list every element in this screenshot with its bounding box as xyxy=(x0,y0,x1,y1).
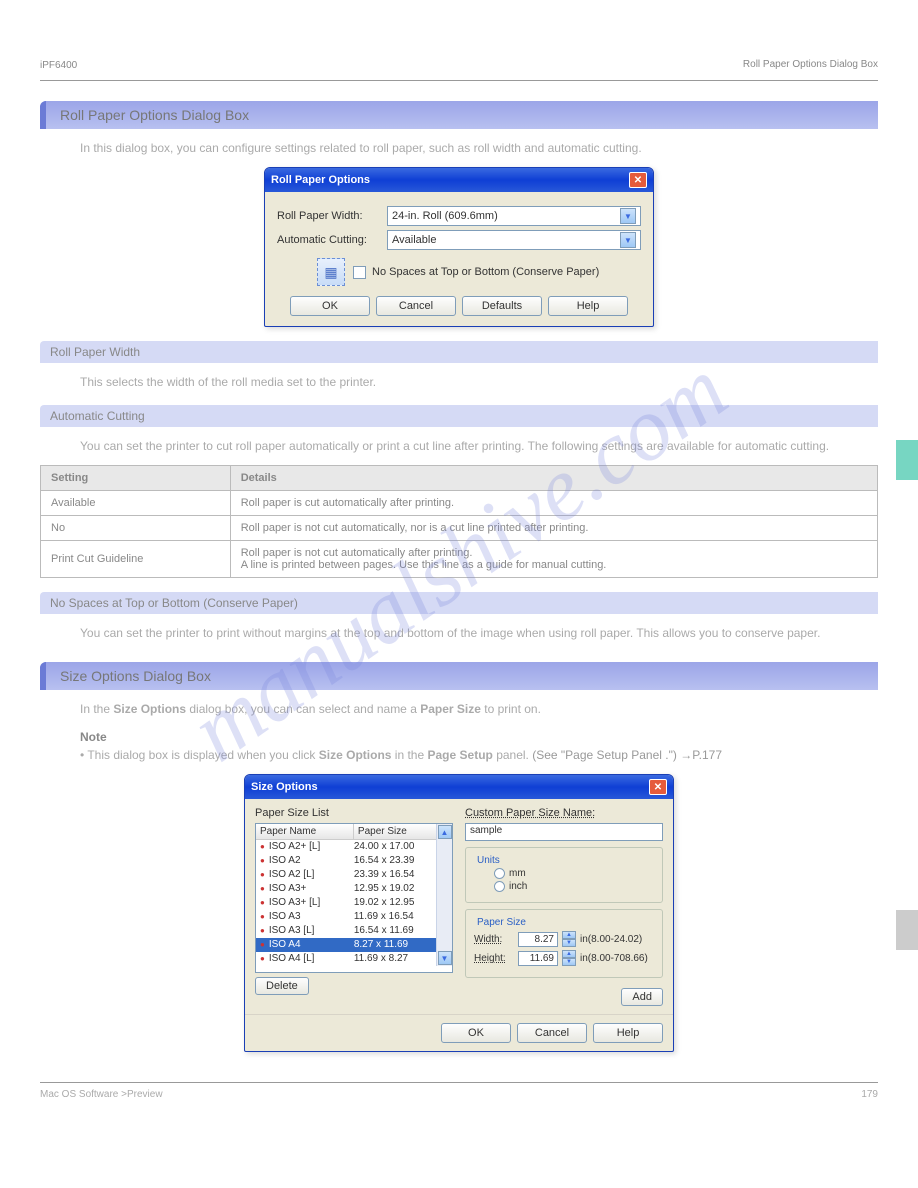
section1-intro: In this dialog box, you can configure se… xyxy=(80,139,878,157)
list-item[interactable]: ●ISO A2+ [L]24.00 x 17.00 xyxy=(256,840,436,854)
table-row: Print Cut GuidelineRoll paper is not cut… xyxy=(41,541,878,578)
sub1-text: This selects the width of the roll media… xyxy=(80,373,878,391)
list-col-size: Paper Size xyxy=(354,824,436,839)
section-heading-size-options: Size Options Dialog Box xyxy=(40,662,878,690)
units-fieldset: Units mm inch xyxy=(465,847,663,903)
spin-up-icon[interactable]: ▲ xyxy=(562,950,576,958)
section2-intro: In the Size Options dialog box, you can … xyxy=(80,700,878,718)
defaults-button[interactable]: Defaults xyxy=(462,296,542,316)
list-col-name: Paper Name xyxy=(256,824,354,839)
spin-up-icon[interactable]: ▲ xyxy=(562,931,576,939)
list-item[interactable]: ●ISO A311.69 x 16.54 xyxy=(256,910,436,924)
conserve-paper-checkbox[interactable] xyxy=(353,266,366,279)
close-icon[interactable]: ✕ xyxy=(649,779,667,795)
subheading-roll-paper-width: Roll Paper Width xyxy=(40,341,878,363)
list-item[interactable]: ●ISO A48.27 x 11.69 xyxy=(256,938,436,952)
scroll-up-icon[interactable]: ▲ xyxy=(438,825,452,839)
section-heading-roll-paper: Roll Paper Options Dialog Box xyxy=(40,101,878,129)
note-row: Note • This dialog box is displayed when… xyxy=(80,728,878,764)
paper-icon: ▦ xyxy=(317,258,345,286)
width-input[interactable]: 8.27 xyxy=(518,932,558,947)
cutting-settings-table: Setting Details AvailableRoll paper is c… xyxy=(40,465,878,578)
width-label: Width: xyxy=(474,934,514,945)
table-head-details: Details xyxy=(230,466,877,491)
help-button[interactable]: Help xyxy=(548,296,628,316)
roll-paper-width-label: Roll Paper Width: xyxy=(277,210,387,222)
cancel-button[interactable]: Cancel xyxy=(517,1023,587,1043)
paper-size-listbox[interactable]: Paper Name Paper Size ●ISO A2+ [L]24.00 … xyxy=(255,823,453,973)
custom-name-label: Custom Paper Size Name: xyxy=(465,807,663,819)
width-range: in(8.00-24.02) xyxy=(580,934,642,945)
page: manualshive.com iPF6400 Roll Paper Optio… xyxy=(0,0,918,1120)
height-input[interactable]: 11.69 xyxy=(518,951,558,966)
side-tab-preview xyxy=(896,440,918,480)
section-heading-text: Roll Paper Options Dialog Box xyxy=(60,107,249,123)
table-head-setting: Setting xyxy=(41,466,231,491)
paper-size-fieldset: Paper Size Width: 8.27 ▲▼ in(8.00-24.02)… xyxy=(465,909,663,978)
table-row: AvailableRoll paper is cut automatically… xyxy=(41,491,878,516)
combo-value: Available xyxy=(392,234,436,246)
height-label: Height: xyxy=(474,953,514,964)
page-setup-link[interactable]: (See "Page Setup Panel .") xyxy=(532,748,677,762)
add-button[interactable]: Add xyxy=(621,988,663,1006)
paper-size-list-label: Paper Size List xyxy=(255,807,453,819)
dialog-title: Size Options xyxy=(251,781,318,793)
footer: Mac OS Software >Preview 179 xyxy=(40,1082,878,1100)
chevron-down-icon[interactable]: ▼ xyxy=(620,232,636,248)
delete-button[interactable]: Delete xyxy=(255,977,309,995)
chevron-down-icon[interactable]: ▼ xyxy=(620,208,636,224)
section-heading-text: Size Options Dialog Box xyxy=(60,668,211,684)
list-item[interactable]: ●ISO A2 [L]23.39 x 16.54 xyxy=(256,868,436,882)
inch-radio[interactable] xyxy=(494,881,505,892)
height-range: in(8.00-708.66) xyxy=(580,953,648,964)
list-item[interactable]: ●ISO A3 [L]16.54 x 11.69 xyxy=(256,924,436,938)
sub3-text: You can set the printer to print without… xyxy=(80,624,878,642)
roll-paper-width-combo[interactable]: 24-in. Roll (609.6mm) ▼ xyxy=(387,206,641,226)
subheading-no-spaces: No Spaces at Top or Bottom (Conserve Pap… xyxy=(40,592,878,614)
spin-down-icon[interactable]: ▼ xyxy=(562,939,576,947)
dialog-titlebar: Roll Paper Options ✕ xyxy=(265,168,653,192)
sub2-text: You can set the printer to cut roll pape… xyxy=(80,437,878,455)
close-icon[interactable]: ✕ xyxy=(629,172,647,188)
subheading-automatic-cutting: Automatic Cutting xyxy=(40,405,878,427)
header-rule xyxy=(40,80,878,81)
dialog-title: Roll Paper Options xyxy=(271,174,370,186)
mm-radio[interactable] xyxy=(494,868,505,879)
ok-button[interactable]: OK xyxy=(441,1023,511,1043)
list-item[interactable]: ●ISO A3+12.95 x 19.02 xyxy=(256,882,436,896)
table-row: NoRoll paper is not cut automatically, n… xyxy=(41,516,878,541)
footer-left: Mac OS Software >Preview xyxy=(40,1089,163,1100)
scroll-down-icon[interactable]: ▼ xyxy=(438,951,452,965)
list-item[interactable]: ●ISO A3+ [L]19.02 x 12.95 xyxy=(256,896,436,910)
custom-name-input[interactable]: sample xyxy=(465,823,663,841)
scrollbar[interactable]: ▲ ▼ xyxy=(436,824,452,966)
list-item[interactable]: ●ISO A4 [L]11.69 x 8.27 xyxy=(256,952,436,966)
help-button[interactable]: Help xyxy=(593,1023,663,1043)
automatic-cutting-label: Automatic Cutting: xyxy=(277,234,387,246)
spin-down-icon[interactable]: ▼ xyxy=(562,958,576,966)
size-options-dialog: Size Options ✕ Paper Size List Paper Nam… xyxy=(244,774,674,1052)
side-tab-grey xyxy=(896,910,918,950)
conserve-paper-label: No Spaces at Top or Bottom (Conserve Pap… xyxy=(372,266,599,278)
footer-right: 179 xyxy=(861,1089,878,1100)
cancel-button[interactable]: Cancel xyxy=(376,296,456,316)
ok-button[interactable]: OK xyxy=(290,296,370,316)
header-right: Roll Paper Options Dialog Box xyxy=(40,59,878,70)
combo-value: 24-in. Roll (609.6mm) xyxy=(392,210,498,222)
automatic-cutting-combo[interactable]: Available ▼ xyxy=(387,230,641,250)
roll-paper-options-dialog: Roll Paper Options ✕ Roll Paper Width: 2… xyxy=(264,167,654,327)
list-item[interactable]: ●ISO A216.54 x 23.39 xyxy=(256,854,436,868)
dialog-titlebar: Size Options ✕ xyxy=(245,775,673,799)
